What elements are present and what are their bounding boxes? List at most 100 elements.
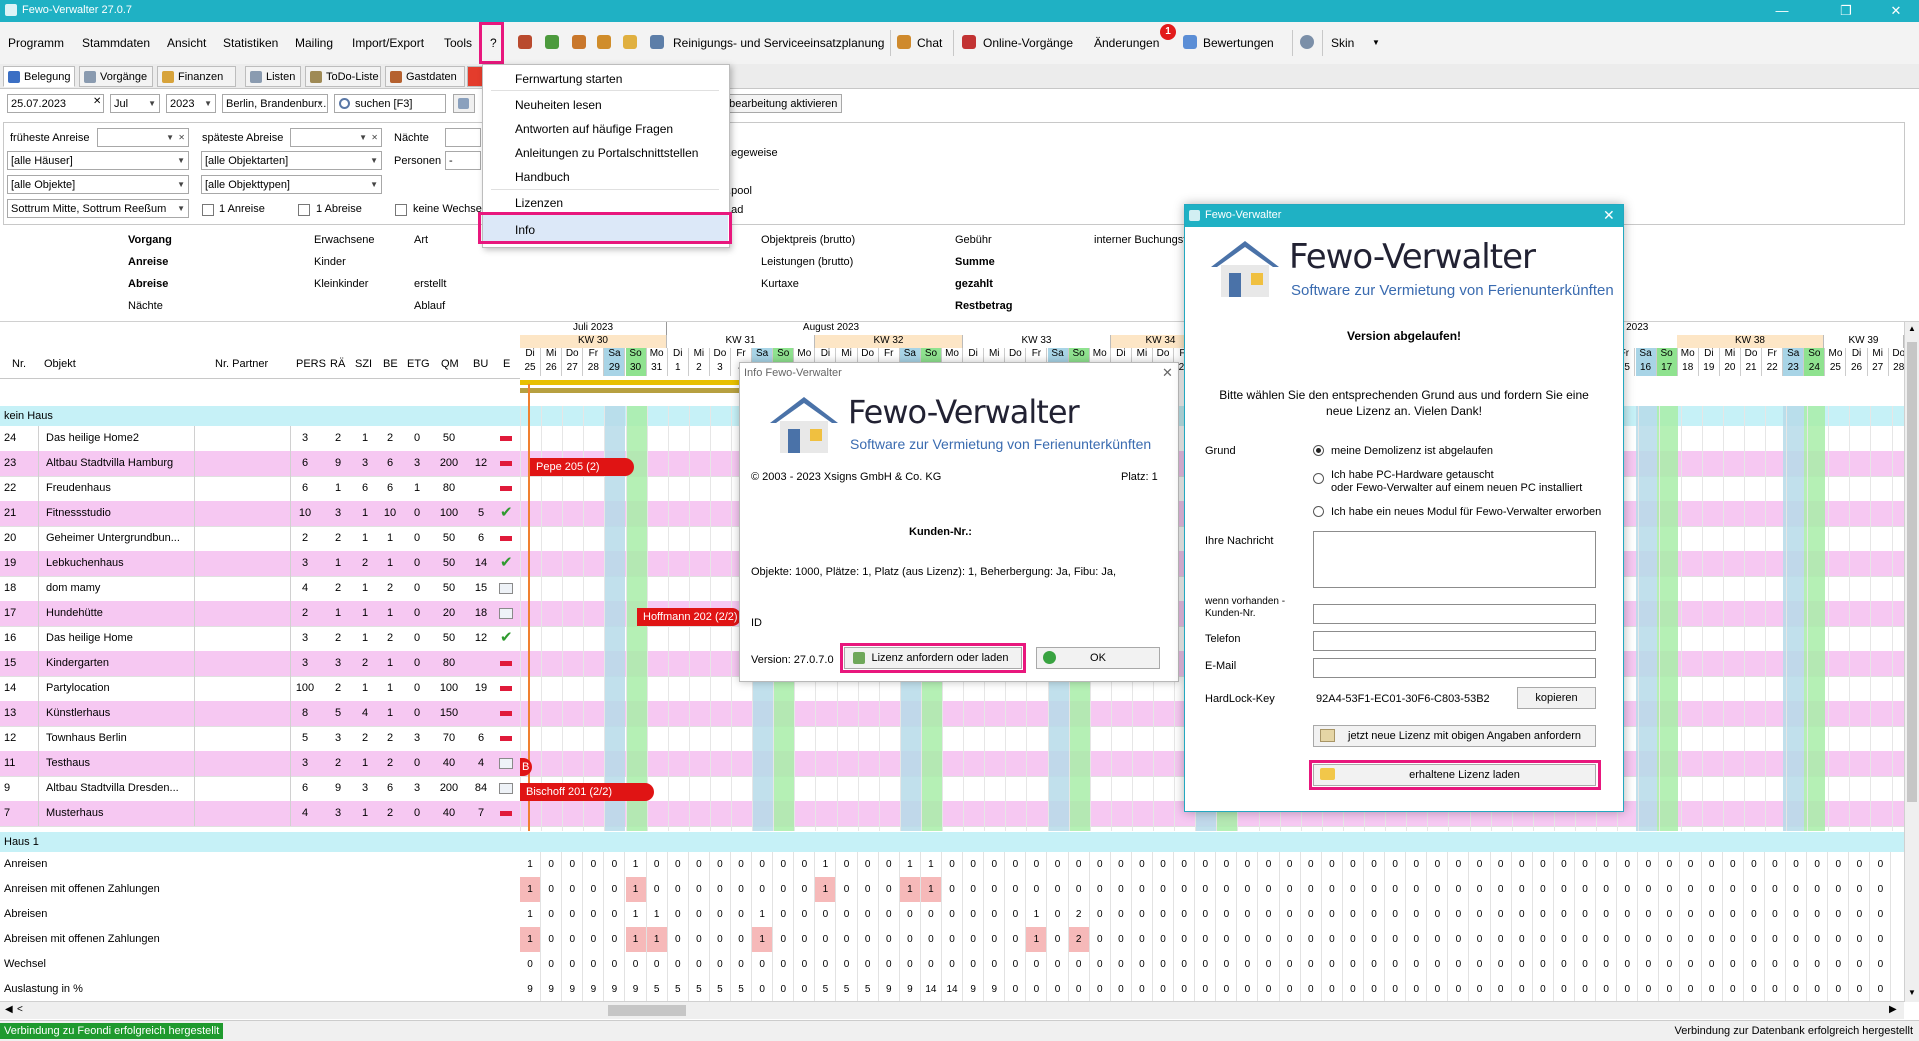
menu-aenderungen[interactable]: Änderungen <box>1094 36 1159 50</box>
close-icon[interactable]: ✕ <box>1876 2 1916 20</box>
menu-programm[interactable]: Programm <box>8 36 64 50</box>
month-select[interactable]: Jul ▼ <box>110 94 160 113</box>
person-icon[interactable] <box>597 35 611 49</box>
header-e[interactable]: E <box>503 358 510 370</box>
person-icon[interactable] <box>572 35 586 49</box>
menu-item-anleitungen[interactable]: Anleitungen zu Portalschnittstellen <box>515 146 698 160</box>
stats-cell: 14 <box>921 977 942 1002</box>
restore-icon[interactable]: ❐ <box>1826 2 1866 20</box>
checkbox-keine-wechsel[interactable] <box>395 204 407 216</box>
menu-statistiken[interactable]: Statistiken <box>223 36 278 50</box>
horizontal-scrollbar[interactable]: ◀ < ▶ <box>0 1001 1904 1019</box>
header-szi[interactable]: SZI <box>355 358 372 370</box>
menu-reinigung[interactable]: Reinigungs- und Serviceeinsatzplanung <box>673 36 884 50</box>
phone-input[interactable] <box>1313 631 1596 651</box>
scroll-thumb[interactable] <box>1907 342 1917 802</box>
menu-item-neuheiten[interactable]: Neuheiten lesen <box>515 98 602 112</box>
close-icon[interactable]: ✕ <box>1603 207 1615 224</box>
menu-chat[interactable]: Chat <box>917 36 942 50</box>
menu-item-handbuch[interactable]: Handbuch <box>515 170 570 184</box>
user-button[interactable] <box>453 94 475 113</box>
scroll-thumb[interactable] <box>608 1005 686 1016</box>
object-types-select[interactable]: [alle Objektarten] ▼ <box>201 151 382 170</box>
minimize-icon[interactable]: — <box>1762 2 1802 20</box>
vertical-scrollbar[interactable]: ▲ ▼ <box>1904 322 1919 1002</box>
menu-item-faq[interactable]: Antworten auf häufige Fragen <box>515 122 673 136</box>
tab-todo[interactable]: ToDo-Liste <box>305 66 381 87</box>
star-icon[interactable] <box>1183 35 1197 49</box>
header-qm[interactable]: QM <box>441 358 459 370</box>
tab-finanzen[interactable]: Finanzen <box>157 66 236 87</box>
header-etg[interactable]: ETG <box>407 358 430 370</box>
header-ra[interactable]: RÄ <box>330 358 345 370</box>
menu-bewertungen[interactable]: Bewertungen <box>1203 36 1274 50</box>
nights-input[interactable] <box>445 128 481 147</box>
booking-bar[interactable]: Bischoff 201 (2/2) <box>520 783 654 801</box>
checkbox-anreise[interactable] <box>202 204 214 216</box>
header-nr[interactable]: Nr. <box>12 358 26 370</box>
cleaner-icon[interactable] <box>650 35 664 49</box>
stats-cell: 0 <box>1132 877 1153 902</box>
menu-stammdaten[interactable]: Stammdaten <box>82 36 150 50</box>
location-filter-select[interactable]: Sottrum Mitte, Sottrum Reeßum ▼ <box>7 199 189 218</box>
chevron-left-icon[interactable]: < <box>17 1004 23 1015</box>
date-label: 16 <box>1635 362 1657 376</box>
booking-bar[interactable]: Pepe 205 (2) <box>530 458 634 476</box>
gear-icon[interactable] <box>1300 35 1314 49</box>
menu-import-export[interactable]: Import/Export <box>352 36 424 50</box>
tab-gastdaten[interactable]: Gastdaten <box>385 66 465 87</box>
radio-demo-expired[interactable] <box>1313 445 1324 456</box>
menu-mailing[interactable]: Mailing <box>295 36 333 50</box>
menu-item-fernwartung[interactable]: Fernwartung starten <box>515 72 622 86</box>
persons-input[interactable]: - <box>445 151 481 170</box>
calendar-icon[interactable] <box>962 35 976 49</box>
radio-hardware[interactable] <box>1313 473 1324 484</box>
notebook-icon[interactable] <box>623 35 637 49</box>
close-icon[interactable]: ✕ <box>1162 365 1173 381</box>
year-select[interactable]: 2023 ▼ <box>166 94 216 113</box>
arrow-down-icon[interactable]: ▼ <box>1908 988 1916 997</box>
object-kinds-select[interactable]: [alle Objekttypen] ▼ <box>201 175 382 194</box>
latest-departure-select[interactable]: ▼ ✕ <box>290 128 382 147</box>
message-textarea[interactable] <box>1313 531 1596 588</box>
copy-button[interactable]: kopieren <box>1517 687 1596 709</box>
activate-edit-button[interactable]: ...bearbeitung aktivieren <box>716 94 842 113</box>
checkbox-abreise[interactable] <box>298 204 310 216</box>
header-nr-partner[interactable]: Nr. Partner <box>215 358 268 370</box>
email-input[interactable] <box>1313 658 1596 678</box>
menu-item-lizenzen[interactable]: Lizenzen <box>515 196 563 210</box>
menu-online-vorgaenge[interactable]: Online-Vorgänge <box>983 36 1073 50</box>
location-select[interactable]: Berlin, Brandenbur... ▼ <box>222 94 328 113</box>
header-objekt[interactable]: Objekt <box>44 358 76 370</box>
menu-tools[interactable]: Tools <box>444 36 472 50</box>
stats-cell: 0 <box>1870 877 1892 902</box>
radio-new-module[interactable] <box>1313 506 1324 517</box>
chevron-down-icon[interactable]: ▼ <box>1372 38 1380 47</box>
booking-bar[interactable]: Hoffmann 202 (2/2) <box>637 608 741 626</box>
chat-icon[interactable] <box>897 35 911 49</box>
tab-listen[interactable]: Listen <box>245 66 301 87</box>
arrow-up-icon[interactable]: ▲ <box>1908 324 1916 333</box>
date-input[interactable]: 25.07.2023 <box>7 94 104 113</box>
tab-vorgaenge[interactable]: Vorgänge <box>79 66 153 87</box>
clear-icon[interactable]: ✕ <box>371 129 378 146</box>
houses-select[interactable]: [alle Häuser] ▼ <box>7 151 189 170</box>
ok-button[interactable]: OK <box>1036 647 1160 669</box>
objects-select[interactable]: [alle Objekte] ▼ <box>7 175 189 194</box>
menu-skin[interactable]: Skin <box>1331 36 1354 50</box>
clear-icon[interactable]: ✕ <box>93 96 101 107</box>
clear-icon[interactable]: ✕ <box>178 129 185 146</box>
arrow-right-icon[interactable]: ▶ <box>1889 1004 1897 1015</box>
arrow-left-icon[interactable]: ◀ <box>5 1004 13 1015</box>
request-new-license-button[interactable]: jetzt neue Lizenz mit obigen Angaben anf… <box>1313 725 1596 747</box>
customer-number-input[interactable] <box>1313 604 1596 624</box>
header-bu[interactable]: BU <box>473 358 488 370</box>
header-be[interactable]: BE <box>383 358 398 370</box>
house-icon[interactable] <box>545 35 559 49</box>
menu-ansicht[interactable]: Ansicht <box>167 36 206 50</box>
guest-icon[interactable] <box>518 35 532 49</box>
search-button[interactable]: suchen [F3] <box>334 94 446 113</box>
earliest-arrival-select[interactable]: ▼ ✕ <box>97 128 189 147</box>
header-pers[interactable]: PERS <box>296 358 326 370</box>
tab-belegung[interactable]: Belegung <box>3 66 75 87</box>
